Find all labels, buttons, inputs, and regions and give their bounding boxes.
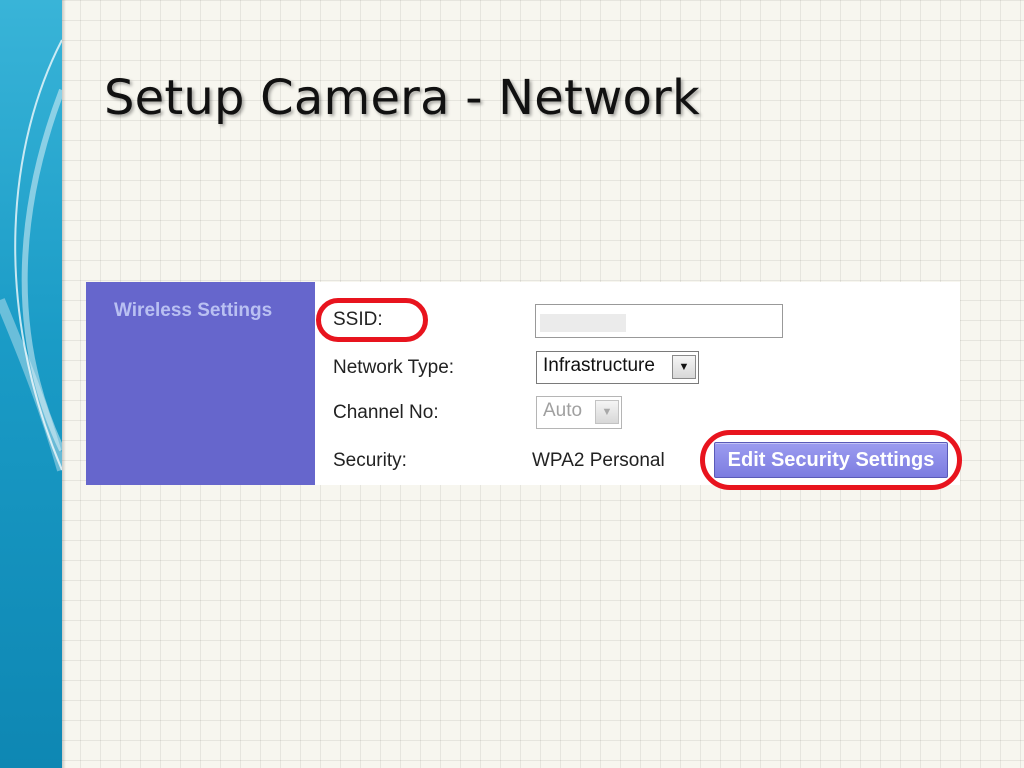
- chevron-down-icon[interactable]: ▼: [672, 355, 696, 379]
- panel-sidebar: Wireless Settings: [86, 282, 315, 485]
- slide-left-band: [0, 0, 62, 768]
- ssid-value-redacted: [540, 314, 626, 332]
- band-shadow: [62, 0, 66, 768]
- edit-security-settings-button[interactable]: Edit Security Settings: [714, 442, 948, 478]
- network-type-label: Network Type:: [333, 357, 455, 378]
- ssid-input[interactable]: [535, 304, 783, 338]
- ssid-label: SSID:: [333, 309, 383, 330]
- security-value: WPA2 Personal: [532, 450, 665, 471]
- wireless-settings-label: Wireless Settings: [114, 300, 273, 321]
- slide-title: Setup Camera - Network: [104, 70, 700, 126]
- channel-no-select[interactable]: Auto ▼: [536, 396, 622, 429]
- wireless-settings-panel: Wireless Settings SSID: Network Type: In…: [86, 282, 960, 485]
- network-type-value: Infrastructure: [543, 355, 655, 376]
- chevron-down-icon[interactable]: ▼: [595, 400, 619, 424]
- channel-no-value: Auto: [543, 400, 583, 421]
- security-label: Security:: [333, 450, 407, 471]
- decorative-swoosh: [0, 39, 62, 472]
- channel-no-label: Channel No:: [333, 402, 439, 423]
- network-type-select[interactable]: Infrastructure ▼: [536, 351, 699, 384]
